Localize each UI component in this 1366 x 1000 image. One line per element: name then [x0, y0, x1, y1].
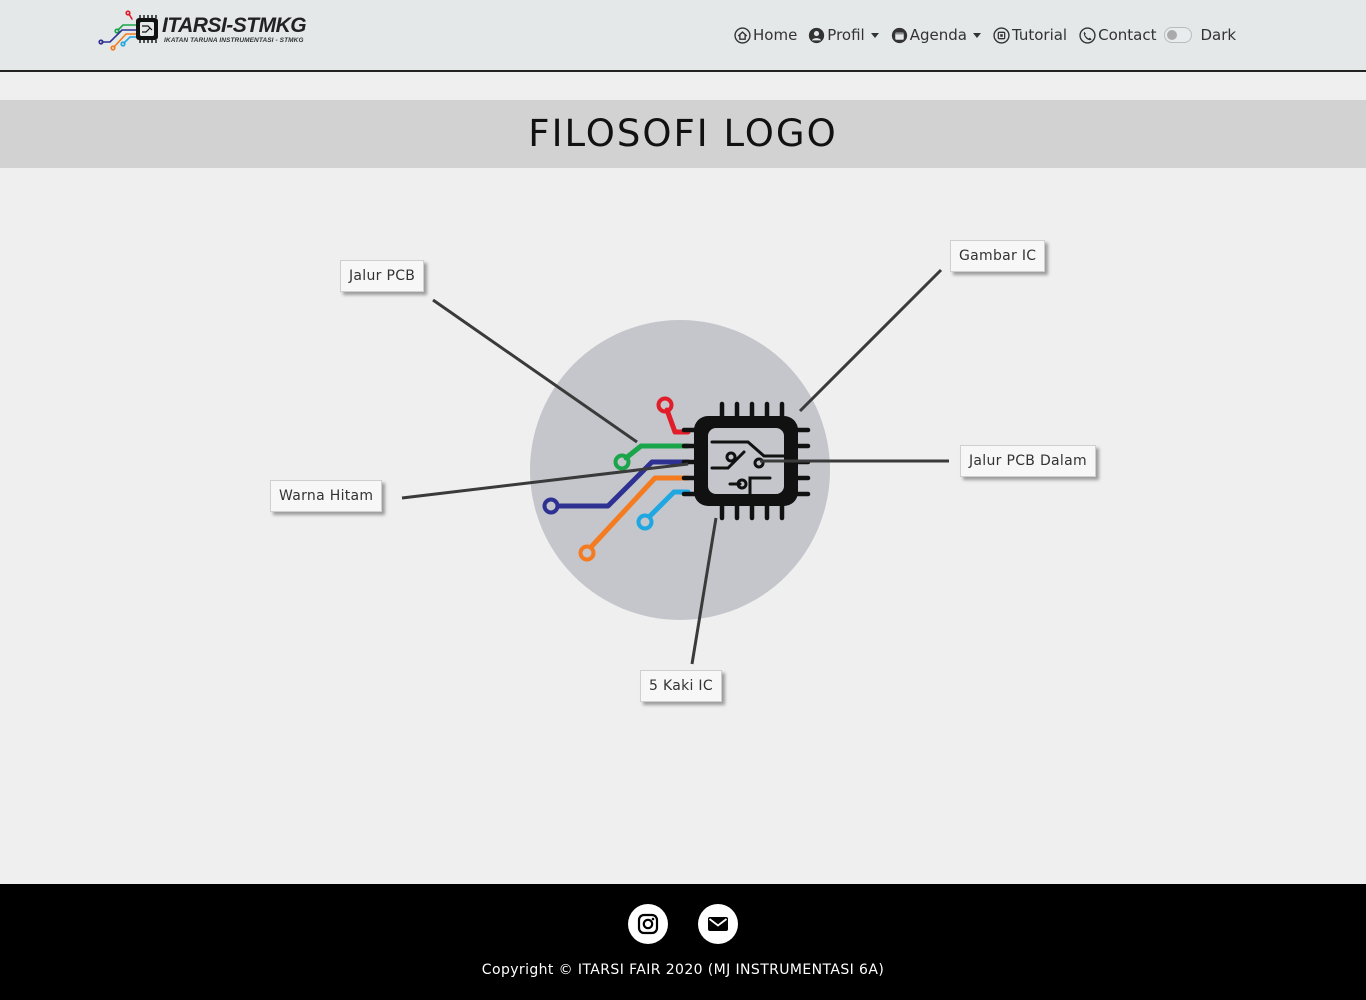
nav-tutorial[interactable]: Tutorial: [993, 26, 1067, 44]
envelope-icon: [708, 917, 728, 931]
dark-mode-toggle[interactable]: [1164, 27, 1193, 43]
brand-logo[interactable]: ITARSI-STMKG IKATAN TARUNA INSTRUMENTASI…: [96, 10, 318, 56]
label-jalur-pcb-dalam: Jalur PCB Dalam: [960, 445, 1096, 477]
dark-mode-label: Dark: [1200, 26, 1237, 44]
chevron-down-icon: [870, 32, 879, 38]
instagram-link[interactable]: [628, 904, 668, 944]
label-warna-hitam: Warna Hitam: [270, 480, 383, 512]
footer: Copyright © ITARSI FAIR 2020 (MJ INSTRUM…: [0, 884, 1366, 1000]
chip-icon: [993, 26, 1010, 44]
calendar-icon: [891, 27, 907, 43]
brand-title: ITARSI-STMKG: [162, 14, 307, 37]
user-circle-icon: [809, 27, 825, 43]
logo-illustration: [401, 268, 949, 665]
nav-home-label: Home: [753, 26, 798, 44]
title-band: FILOSOFI LOGO: [0, 100, 1366, 168]
instagram-icon: [637, 913, 659, 935]
nav-profil-label: Profil: [827, 26, 865, 44]
main-nav: Home Profil Agenda Tutorial Contact Dark: [734, 22, 1236, 48]
label-kaki-ic: 5 Kaki IC: [640, 670, 722, 702]
toggle-knob: [1167, 30, 1178, 40]
navbar: ITARSI-STMKG IKATAN TARUNA INSTRUMENTASI…: [0, 0, 1366, 72]
brand-chip-icon: [98, 10, 158, 51]
home-icon: [734, 26, 751, 44]
nav-home[interactable]: Home: [734, 26, 797, 44]
page-title: FILOSOFI LOGO: [528, 112, 838, 155]
chevron-down-icon: [972, 32, 981, 38]
logo-philosophy-diagram: Jalur PCB Gambar IC Warna Hitam Jalur PC…: [0, 168, 1366, 884]
nav-agenda-label: Agenda: [909, 26, 967, 44]
connector-gambar-ic: [798, 268, 943, 413]
nav-contact[interactable]: Contact: [1079, 26, 1156, 44]
brand-subtitle: IKATAN TARUNA INSTRUMENTASI - STMKG: [164, 37, 304, 44]
email-link[interactable]: [698, 904, 738, 944]
copyright-text: Copyright © ITARSI FAIR 2020 (MJ INSTRUM…: [481, 962, 885, 978]
label-jalur-pcb: Jalur PCB: [340, 260, 425, 292]
dark-mode-switch[interactable]: Dark: [1164, 26, 1236, 44]
nav-tutorial-label: Tutorial: [1011, 26, 1068, 44]
label-gambar-ic: Gambar IC: [950, 240, 1046, 272]
nav-profil-dropdown[interactable]: Profil: [808, 26, 879, 44]
nav-agenda-dropdown[interactable]: Agenda: [891, 26, 981, 44]
phone-icon: [1079, 26, 1096, 44]
nav-contact-label: Contact: [1098, 26, 1157, 44]
